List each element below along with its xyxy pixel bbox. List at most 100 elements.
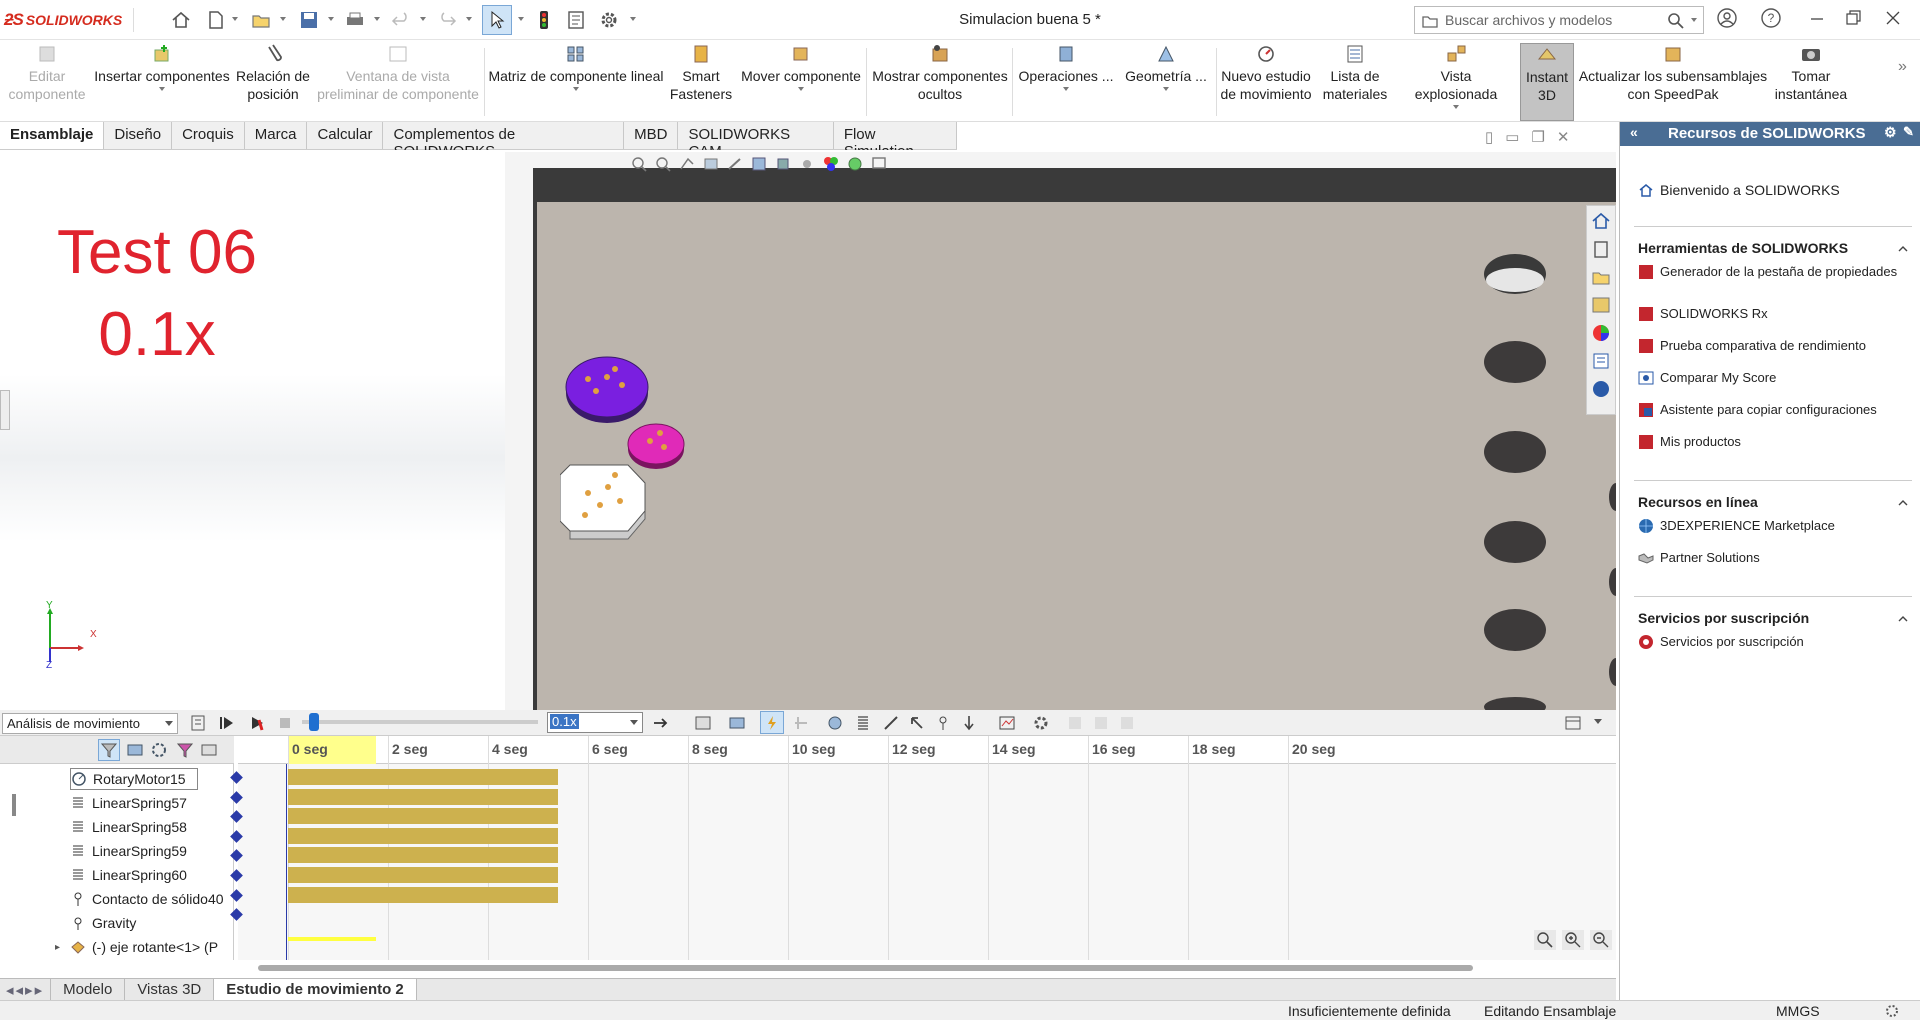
online-resources-section-title[interactable]: Recursos en línea [1638,494,1758,510]
chevron-down-icon[interactable] [1594,719,1602,724]
simulation-setup-icon[interactable] [1092,714,1110,732]
3dexperience-marketplace-link[interactable]: 3DEXPERIENCE Marketplace [1638,518,1908,534]
stop-icon[interactable] [276,714,294,732]
zoom-area-icon[interactable] [654,155,672,173]
performance-benchmark-link[interactable]: Prueba comparativa de rendimiento [1638,338,1908,354]
tree-item-linear-spring-57[interactable]: LinearSpring57 [70,792,234,814]
open-dropdown-arrow[interactable] [280,17,286,21]
tabbed-view-icon[interactable] [1564,714,1582,732]
solidworks-forum-icon[interactable] [1590,378,1612,400]
timeline-bar[interactable] [288,769,558,785]
spring-icon[interactable] [854,714,872,732]
expand-arrow-icon[interactable]: ▸ [55,942,60,953]
user-account-icon[interactable] [1716,7,1742,33]
undo-dropdown-arrow[interactable] [420,17,426,21]
tab-calcular[interactable]: Calcular [307,122,384,149]
dynamic-annotation-icon[interactable] [726,155,744,173]
copy-settings-wizard-link[interactable]: Asistente para copiar configuraciones [1638,402,1908,418]
collapse-panel-icon[interactable]: « [1630,124,1638,140]
reference-geometry-button[interactable]: Geometría ... [1118,43,1214,121]
tree-item-solid-contact[interactable]: Contacto de sólido40 [70,888,234,910]
playback-speed-select[interactable]: 0.1x [547,712,643,733]
search-dropdown-arrow[interactable] [1691,18,1697,22]
feature-tree-toggle[interactable] [0,390,10,430]
chevron-up-icon[interactable] [1898,614,1908,624]
print-icon[interactable] [344,9,366,31]
filter-driving-icon[interactable] [126,741,144,759]
options-dropdown-arrow[interactable] [630,17,636,21]
disc-pieces[interactable] [560,345,700,555]
search-icon[interactable] [1667,12,1685,30]
close-icon[interactable] [1882,7,1908,33]
welcome-link[interactable]: Bienvenido a SOLIDWORKS [1638,182,1908,198]
bill-of-materials-button[interactable]: Lista de materiales [1314,43,1396,121]
new-dropdown-arrow[interactable] [232,17,238,21]
undo-icon[interactable] [390,9,412,31]
tab-modelo[interactable]: Modelo [51,979,126,1000]
timeline-bar[interactable] [288,827,558,844]
close-view-icon[interactable]: ✕ [1557,128,1570,146]
analysis-type-select[interactable]: Análisis de movimiento [2,713,178,734]
time-bar-line[interactable] [286,764,287,960]
motor-icon[interactable] [826,714,844,732]
print-dropdown-arrow[interactable] [374,17,380,21]
add-update-key-icon[interactable] [792,714,810,732]
help-icon[interactable]: ? [1760,7,1786,33]
save-icon[interactable] [298,9,320,31]
tab-mbd[interactable]: MBD [624,122,679,149]
insert-components-dropdown-arrow[interactable] [159,87,165,91]
tab-ensamblaje[interactable]: Ensamblaje [0,122,105,149]
tab-scroll-arrows-icon[interactable]: ◂◂▸▸ [0,979,52,1000]
smart-fasteners-button[interactable]: Smart Fasteners [666,43,736,121]
edit-component-button[interactable]: Editar componente [4,43,90,121]
filter-animated-button[interactable] [98,739,120,761]
tab-motion-study-2[interactable]: Estudio de movimiento 2 [214,979,417,1000]
take-snapshot-button[interactable]: Tomar instantánea [1770,43,1852,121]
traffic-light-icon[interactable] [533,9,555,31]
calculate-icon[interactable] [190,714,208,732]
pin-icon[interactable]: ✎ [1903,124,1914,140]
resources-home-icon[interactable] [1590,210,1612,232]
tab-solidworks-cam[interactable]: SOLIDWORKS CAM [678,122,834,160]
zoom-in-timeline-icon[interactable] [1562,930,1584,950]
filter-results-icon[interactable] [176,741,194,759]
new-motion-study-button[interactable]: Nuevo estudio de movimiento [1220,43,1312,121]
playback-slider[interactable] [302,713,538,731]
view-settings-icon[interactable] [870,155,888,173]
linear-component-pattern-button[interactable]: Matriz de componente lineal [488,43,664,121]
tree-scroll-handle[interactable] [12,794,16,816]
tab-vistas-3d[interactable]: Vistas 3D [125,979,215,1000]
partner-solutions-link[interactable]: Partner Solutions [1638,550,1908,566]
file-explorer-icon[interactable] [1590,266,1612,288]
zoom-to-fit-timeline-icon[interactable] [1534,930,1556,950]
apply-scene-icon[interactable] [846,155,864,173]
tree-item-linear-spring-59[interactable]: LinearSpring59 [70,840,234,862]
collapse-motion-manager-icon[interactable] [1066,714,1084,732]
damper-icon[interactable] [882,714,900,732]
chevron-up-icon[interactable] [1898,244,1908,254]
timeline-bar[interactable] [288,808,558,825]
tile-left-icon[interactable]: ▯ [1485,128,1493,146]
section-view-icon[interactable] [702,155,720,173]
subscription-section-title[interactable]: Servicios por suscripción [1638,610,1809,626]
edit-appearance-icon[interactable] [822,155,840,173]
new-document-icon[interactable] [205,9,227,31]
zoom-out-timeline-icon[interactable] [1590,930,1612,950]
redo-icon[interactable] [436,9,458,31]
zoom-to-fit-icon[interactable] [630,155,648,173]
play-from-start-icon[interactable] [218,714,236,732]
timeline-bar[interactable] [288,788,558,805]
exploded-view-button[interactable]: Vista explosionada [1398,43,1514,121]
previous-view-icon[interactable] [678,155,696,173]
speedpak-button[interactable]: Actualizar los subensamblajes con SpeedP… [1578,43,1768,121]
assembly-features-button[interactable]: Operaciones ... [1016,43,1116,121]
view-orientation-icon[interactable] [750,155,768,173]
filter-selected-icon[interactable] [150,741,168,759]
panel-options-gear-icon[interactable]: ⚙ [1884,124,1897,141]
restore-icon[interactable] [1842,7,1868,33]
playback-mode-icon[interactable] [652,714,670,732]
solidworks-rx-link[interactable]: SOLIDWORKS Rx [1638,306,1908,322]
custom-properties-icon[interactable] [1590,350,1612,372]
timeline-bar[interactable] [288,847,558,864]
subscription-services-link[interactable]: Servicios por suscripción [1638,634,1908,650]
